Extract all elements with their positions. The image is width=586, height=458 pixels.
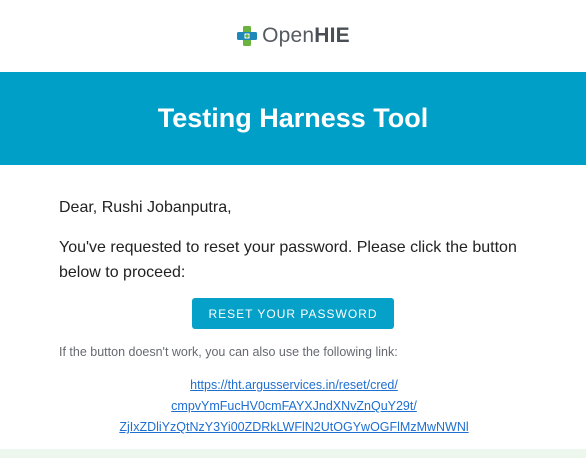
logo-wordmark-hie: HIE — [314, 24, 350, 47]
footer-strip — [0, 449, 586, 458]
title-banner: Testing Harness Tool — [0, 72, 586, 165]
reset-link[interactable]: https://tht.argusservices.in/reset/cred/… — [29, 375, 559, 438]
logo-header: OpenHIE — [0, 0, 586, 72]
logo-wordmark: OpenHIE — [262, 24, 350, 48]
fallback-text: If the button doesn't work, you can also… — [59, 345, 398, 359]
logo-wordmark-open: Open — [262, 24, 315, 47]
greeting-text: Dear, Rushi Jobanputra, — [59, 199, 232, 216]
openhie-logo: OpenHIE — [236, 24, 350, 48]
reset-link-line-3[interactable]: ZjIxZDliYzQtNzY3Yi00ZDRkLWFlN2UtOGYwOGFl… — [29, 417, 559, 438]
openhie-cross-icon — [237, 26, 258, 46]
reset-link-line-1[interactable]: https://tht.argusservices.in/reset/cred/ — [29, 375, 559, 396]
reset-link-line-2[interactable]: cmpvYmFucHV0cmFAYXJndXNvZnQuY29t/ — [29, 396, 559, 417]
banner-title: Testing Harness Tool — [157, 103, 429, 133]
reset-message: You've requested to reset your password.… — [59, 239, 517, 281]
reset-password-button[interactable]: RESET YOUR PASSWORD — [192, 298, 394, 329]
